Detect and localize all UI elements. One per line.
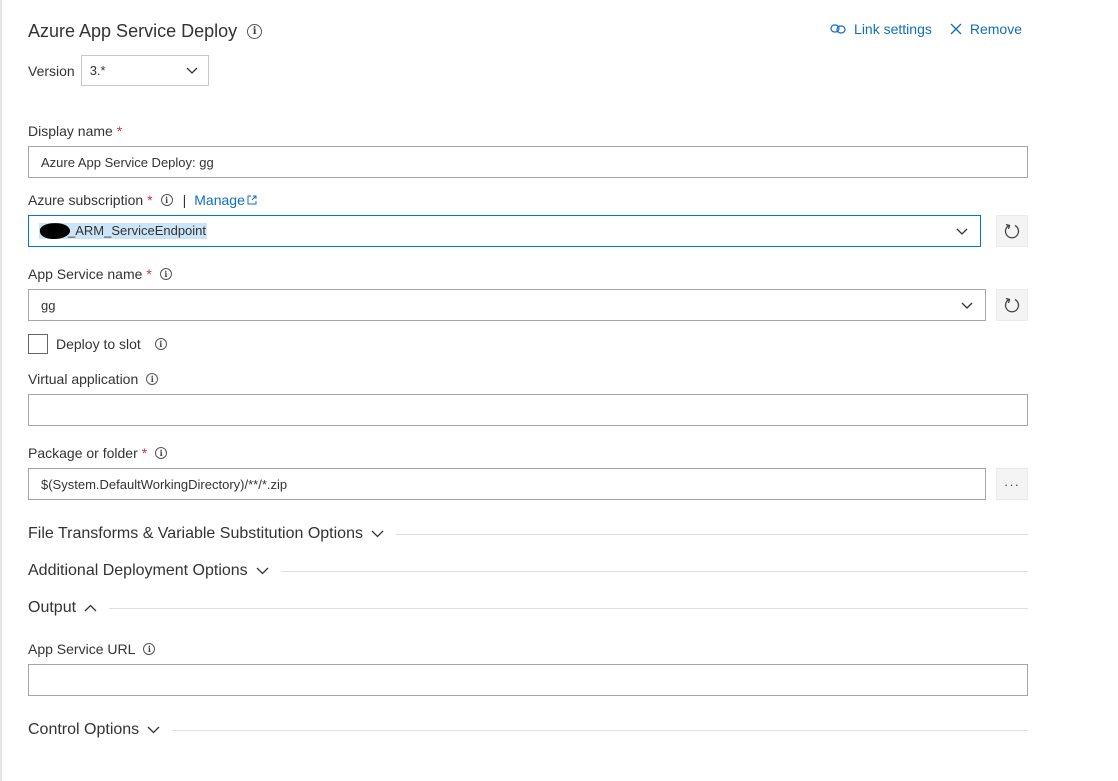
app-service-url-label-text: App Service URL (28, 641, 136, 657)
chevron-down-icon (256, 567, 269, 575)
section-divider (109, 607, 1028, 609)
redacted-mark (39, 221, 71, 241)
info-icon[interactable]: i (160, 194, 173, 206)
version-row: Version 3.* (28, 55, 209, 86)
app-service-url-label: App Service URL i (28, 641, 156, 657)
info-icon[interactable]: i (154, 338, 167, 350)
deploy-to-slot-row: Deploy to slot i (28, 334, 167, 354)
task-actions: Link settings Remove (830, 21, 1022, 37)
package-label: Package or folder * i (28, 445, 168, 461)
display-name-field[interactable]: Azure App Service Deploy: gg (28, 146, 1028, 178)
info-icon[interactable]: i (143, 643, 156, 655)
app-service-name-value: gg (41, 297, 56, 313)
refresh-icon (1004, 223, 1020, 239)
chevron-down-icon (956, 228, 968, 235)
deploy-to-slot-label[interactable]: Deploy to slot (56, 336, 141, 352)
more-icon: ··· (1004, 476, 1020, 492)
info-icon[interactable]: i (247, 24, 263, 39)
panel-left-border (0, 0, 2, 781)
section-output[interactable]: Output (28, 599, 1028, 617)
package-value: $(System.DefaultWorkingDirectory)/**/*.z… (41, 476, 288, 492)
version-label: Version (28, 62, 75, 79)
section-file-transforms-title: File Transforms & Variable Substitution … (28, 525, 363, 542)
external-link-icon (247, 195, 257, 205)
deploy-to-slot-checkbox[interactable] (28, 334, 48, 354)
version-value: 3.* (89, 63, 106, 78)
info-icon[interactable]: i (146, 373, 159, 385)
package-field[interactable]: $(System.DefaultWorkingDirectory)/**/*.z… (28, 468, 986, 500)
app-service-name-label-text: App Service name (28, 266, 143, 282)
section-file-transforms[interactable]: File Transforms & Variable Substitution … (28, 525, 1028, 543)
chevron-down-icon (186, 67, 198, 74)
refresh-subscriptions-button[interactable] (996, 215, 1028, 247)
subscription-value: _ARM_ServiceEndpoint (68, 222, 207, 238)
virtual-application-label-text: Virtual application (28, 371, 139, 387)
task-title: Azure App Service Deploy i (28, 21, 263, 42)
section-control-options[interactable]: Control Options (28, 721, 1028, 739)
link-settings-button[interactable]: Link settings (830, 21, 932, 37)
virtual-application-field[interactable] (28, 394, 1028, 426)
subscription-label: Azure subscription * i | Manage (28, 192, 257, 208)
required-marker: * (116, 123, 123, 139)
info-icon[interactable]: i (159, 268, 172, 280)
subscription-dropdown[interactable]: _ARM_ServiceEndpoint (28, 215, 981, 247)
remove-button[interactable]: Remove (950, 21, 1022, 37)
section-divider (172, 729, 1028, 731)
required-marker: * (147, 192, 153, 208)
subscription-label-text: Azure subscription (28, 192, 144, 208)
chevron-up-icon (84, 604, 97, 612)
subscription-selected-text: _ARM_ServiceEndpoint (39, 221, 208, 241)
section-divider (395, 533, 1028, 535)
section-divider (280, 570, 1028, 572)
app-service-name-label: App Service name * i (28, 266, 172, 282)
app-service-url-field[interactable] (28, 664, 1028, 696)
info-icon[interactable]: i (155, 447, 168, 459)
section-control-title: Control Options (28, 721, 140, 738)
remove-label: Remove (969, 21, 1022, 37)
label-separator: | (182, 192, 187, 208)
chevron-down-icon (147, 726, 160, 734)
link-settings-label: Link settings (854, 21, 932, 37)
link-icon (830, 24, 846, 34)
refresh-app-services-button[interactable] (996, 289, 1028, 321)
section-output-title: Output (28, 599, 77, 616)
refresh-icon (1004, 297, 1020, 313)
display-name-label: Display name * (28, 123, 122, 139)
display-name-label-text: Display name (28, 123, 113, 139)
close-icon (950, 23, 962, 35)
virtual-application-label: Virtual application i (28, 371, 159, 387)
browse-package-button[interactable]: ··· (996, 468, 1028, 500)
required-marker: * (141, 445, 148, 461)
required-marker: * (146, 266, 152, 282)
chevron-down-icon (961, 302, 973, 309)
manage-link-text: Manage (194, 192, 245, 208)
section-additional-options[interactable]: Additional Deployment Options (28, 562, 1028, 580)
manage-link[interactable]: Manage (194, 192, 257, 208)
app-service-name-dropdown[interactable]: gg (28, 289, 986, 321)
version-dropdown[interactable]: 3.* (80, 55, 209, 86)
chevron-down-icon (371, 530, 384, 538)
package-label-text: Package or folder (28, 445, 138, 461)
task-title-text: Azure App Service Deploy (28, 21, 238, 41)
display-name-value: Azure App Service Deploy: gg (41, 154, 214, 170)
section-additional-title: Additional Deployment Options (28, 562, 248, 579)
